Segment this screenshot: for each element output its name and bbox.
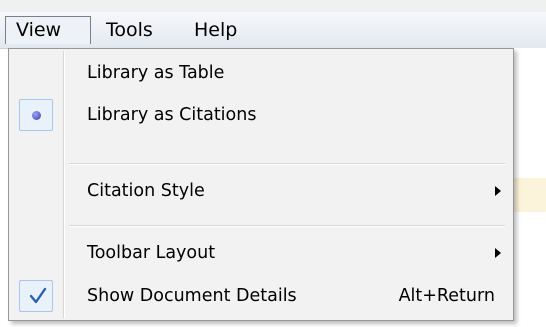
menu-item-shortcut: Alt+Return [398,286,495,306]
menu-item-label: Toolbar Layout [87,243,216,263]
menu-item-label: Library as Table [87,63,225,83]
menu-item-toolbar-layout[interactable]: Toolbar Layout [11,235,511,271]
menu-item-label: Show Document Details [87,286,297,306]
menu-help[interactable]: Help [184,16,252,44]
menu-item-label: Citation Style [87,181,205,201]
menu-item-label: Library as Citations [87,105,257,125]
menu-item-citation-style[interactable]: Citation Style [11,173,511,209]
menu-item-library-as-table[interactable]: Library as Table [11,55,511,91]
menu-separator [69,225,505,227]
submenu-arrow-icon [495,248,501,258]
radio-indicator-box [19,99,53,131]
window-top-edge [0,0,546,12]
menu-bar: View Tools Help [0,12,546,49]
check-indicator-box [19,280,53,312]
view-menu-dropdown: Library as Table Library as Citations Ci… [8,48,514,321]
radio-dot-icon [32,111,41,120]
menu-item-show-document-details[interactable]: Show Document Details Alt+Return [11,278,511,314]
menu-item-library-as-citations[interactable]: Library as Citations [11,97,511,133]
background-highlight-band [514,178,546,212]
checkmark-icon [29,287,47,304]
menu-view[interactable]: View [5,16,91,44]
menu-tools[interactable]: Tools [96,16,178,44]
menu-separator [69,163,505,165]
submenu-arrow-icon [495,186,501,196]
